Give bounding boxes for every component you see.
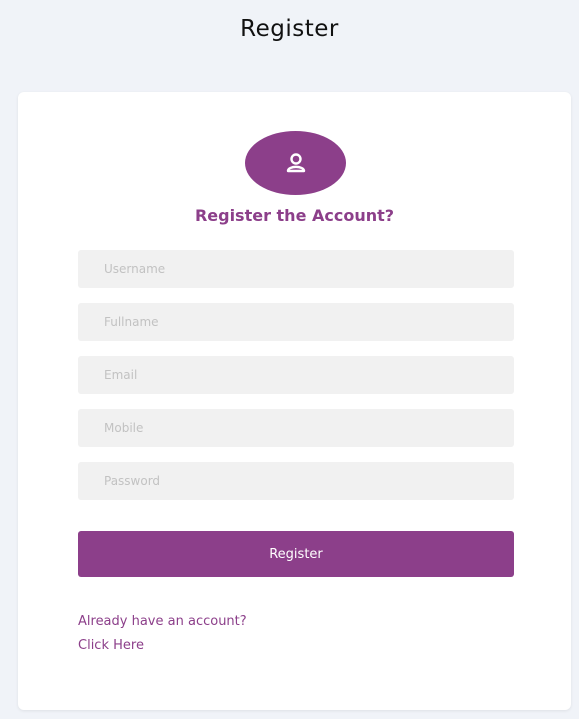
register-button[interactable]: Register: [78, 531, 514, 577]
register-card: Register the Account? Register Already h…: [18, 92, 571, 710]
avatar: [245, 131, 346, 195]
username-field[interactable]: [78, 250, 514, 288]
login-link[interactable]: Already have an account? Click Here: [78, 610, 268, 658]
form-subtitle: Register the Account?: [194, 206, 395, 225]
user-icon: [286, 153, 305, 173]
email-field[interactable]: [78, 356, 514, 394]
fullname-field[interactable]: [78, 303, 514, 341]
page-title: Register: [240, 16, 339, 42]
password-field[interactable]: [78, 462, 514, 500]
mobile-field[interactable]: [78, 409, 514, 447]
